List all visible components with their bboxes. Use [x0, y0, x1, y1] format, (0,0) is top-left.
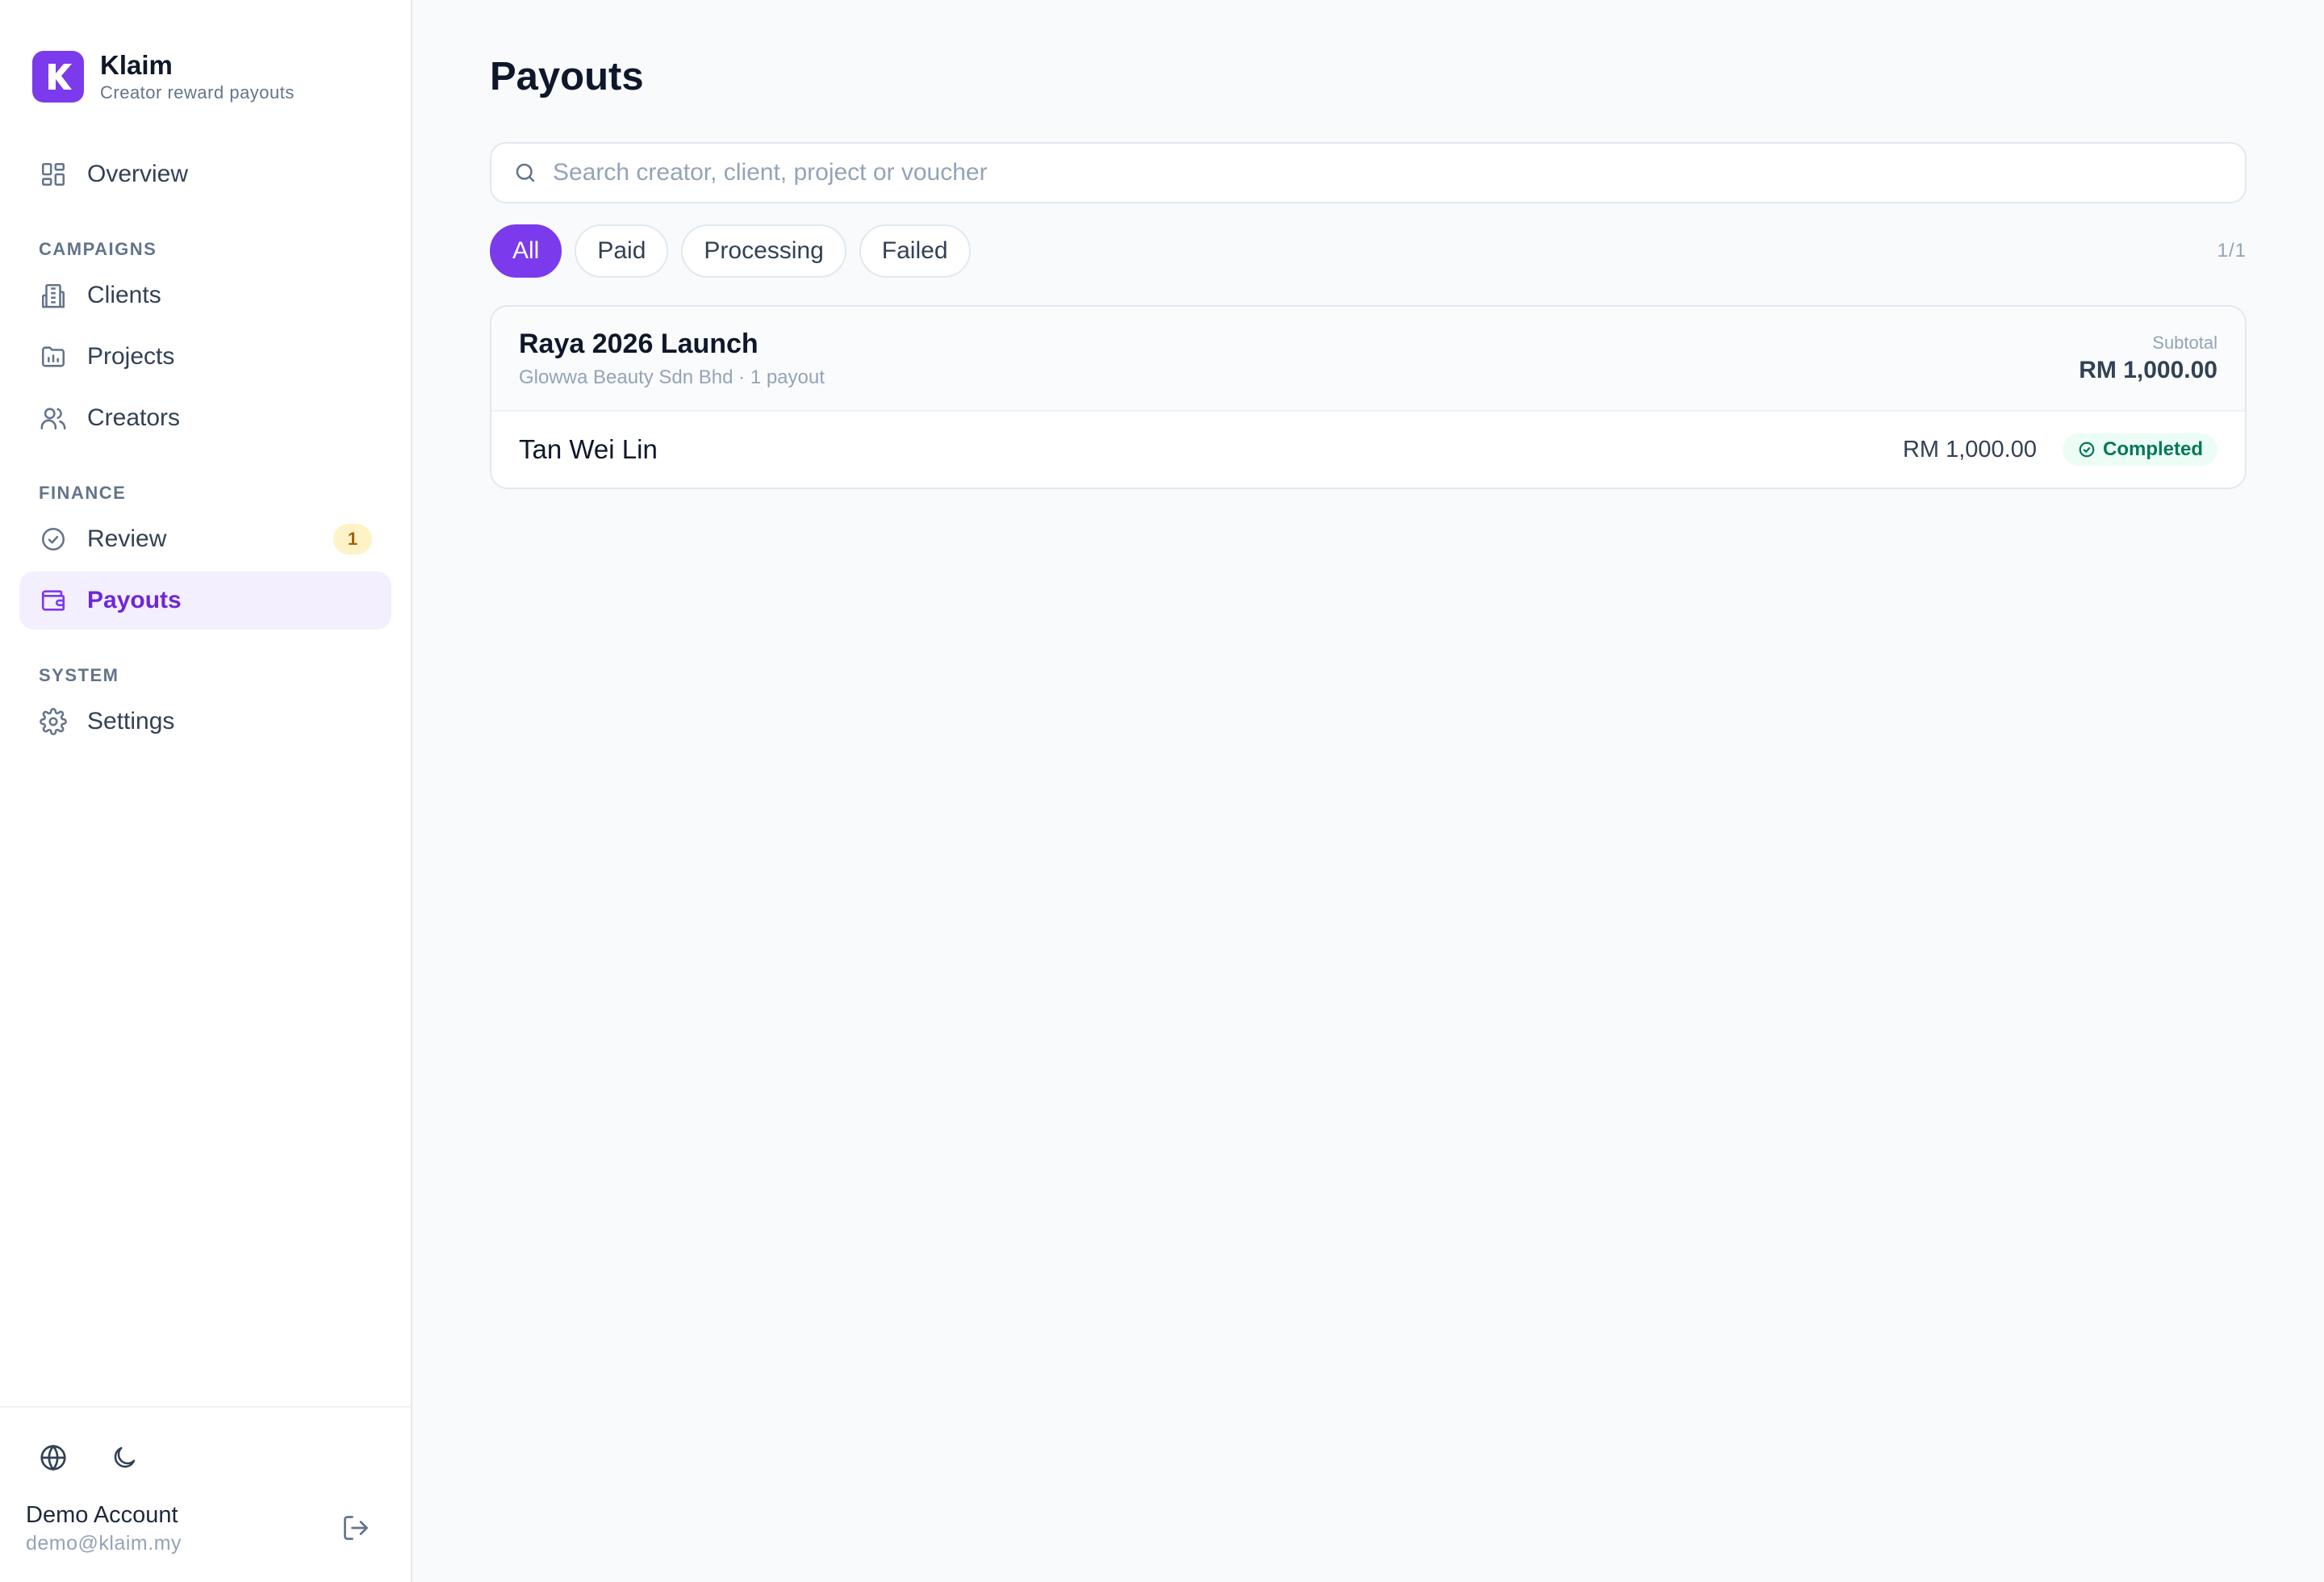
check-circle-icon: [39, 525, 68, 554]
brand-text: Klaim Creator reward payouts: [100, 49, 295, 104]
search-icon: [511, 158, 540, 187]
app-root: Klaim Creator reward payouts Overview CA…: [0, 0, 2324, 1582]
sidebar-item-review[interactable]: Review 1: [19, 510, 391, 568]
sidebar-item-label: Payouts: [87, 587, 182, 613]
sidebar-footer: Demo Account demo@klaim.my: [0, 1406, 411, 1582]
main-content: Payouts All Paid Processing Failed 1/1 R…: [412, 0, 2324, 1582]
moon-icon[interactable]: [107, 1440, 142, 1475]
sidebar-item-label: Overview: [87, 161, 189, 187]
subtotal-value: RM 1,000.00: [2079, 357, 2217, 383]
sidebar: Klaim Creator reward payouts Overview CA…: [0, 0, 412, 1582]
status-badge: Completed: [2062, 433, 2217, 466]
group-meta: Glowwa Beauty Sdn Bhd · 1 payout: [519, 366, 825, 388]
sidebar-item-settings[interactable]: Settings: [19, 693, 391, 751]
logout-icon[interactable]: [338, 1510, 374, 1546]
filter-chip-all[interactable]: All: [490, 224, 562, 278]
sidebar-nav: Overview CAMPAIGNS Clients Projects Crea…: [0, 121, 411, 754]
sidebar-item-label: Settings: [87, 708, 175, 734]
footer-toolbar: [0, 1408, 411, 1475]
search-input[interactable]: [553, 159, 2226, 186]
brand-logo-icon: [32, 51, 84, 103]
dashboard-icon: [39, 160, 68, 189]
status-filters: All Paid Processing Failed 1/1: [490, 224, 2247, 278]
account-email: demo@klaim.my: [26, 1532, 182, 1555]
wallet-icon: [39, 586, 68, 615]
brand[interactable]: Klaim Creator reward payouts: [0, 0, 411, 121]
search-bar[interactable]: [490, 142, 2247, 203]
sidebar-item-overview[interactable]: Overview: [19, 145, 391, 203]
filter-chip-processing[interactable]: Processing: [681, 224, 846, 278]
sidebar-item-clients[interactable]: Clients: [19, 266, 391, 324]
payout-group-card: Raya 2026 Launch Glowwa Beauty Sdn Bhd ·…: [490, 305, 2247, 489]
sidebar-item-label: Projects: [87, 343, 175, 370]
section-label-system: SYSTEM: [39, 665, 119, 685]
filter-chip-paid[interactable]: Paid: [575, 224, 669, 278]
globe-icon[interactable]: [36, 1440, 71, 1475]
group-info: Raya 2026 Launch Glowwa Beauty Sdn Bhd ·…: [519, 326, 2079, 391]
review-count-badge: 1: [333, 524, 372, 555]
sidebar-item-label: Creators: [87, 404, 181, 431]
account-name: Demo Account: [26, 1502, 178, 1528]
payout-group-header[interactable]: Raya 2026 Launch Glowwa Beauty Sdn Bhd ·…: [491, 307, 2245, 412]
sidebar-item-projects[interactable]: Projects: [19, 328, 391, 386]
users-icon: [39, 404, 68, 433]
group-title: Raya 2026 Launch: [519, 329, 759, 359]
sidebar-item-label: Review: [87, 525, 167, 552]
page-title: Payouts: [490, 55, 644, 98]
gear-icon: [39, 707, 68, 736]
check-circle-icon: [2077, 440, 2096, 459]
page-indicator: 1/1: [2217, 240, 2247, 262]
folder-chart-icon: [39, 342, 68, 371]
sidebar-item-creators[interactable]: Creators: [19, 389, 391, 447]
status-label: Completed: [2102, 438, 2203, 460]
sidebar-item-payouts[interactable]: Payouts: [19, 571, 391, 630]
subtotal-label: Subtotal: [2152, 333, 2217, 353]
brand-tagline: Creator reward payouts: [100, 82, 295, 103]
section-label-finance: FINANCE: [39, 483, 127, 503]
account-info: Demo Account demo@klaim.my: [26, 1500, 338, 1556]
section-label-campaigns: CAMPAIGNS: [39, 239, 157, 259]
account-panel: Demo Account demo@klaim.my: [0, 1475, 411, 1556]
filter-chip-failed[interactable]: Failed: [859, 224, 971, 278]
group-subtotal: Subtotal RM 1,000.00: [2079, 331, 2217, 386]
brand-name: Klaim: [100, 50, 173, 80]
creator-name: Tan Wei Lin: [519, 434, 658, 464]
building-icon: [39, 281, 68, 310]
payout-amount: RM 1,000.00: [1902, 436, 2037, 462]
payout-row[interactable]: Tan Wei Lin RM 1,000.00 Completed: [491, 412, 2245, 488]
sidebar-item-label: Clients: [87, 282, 161, 308]
